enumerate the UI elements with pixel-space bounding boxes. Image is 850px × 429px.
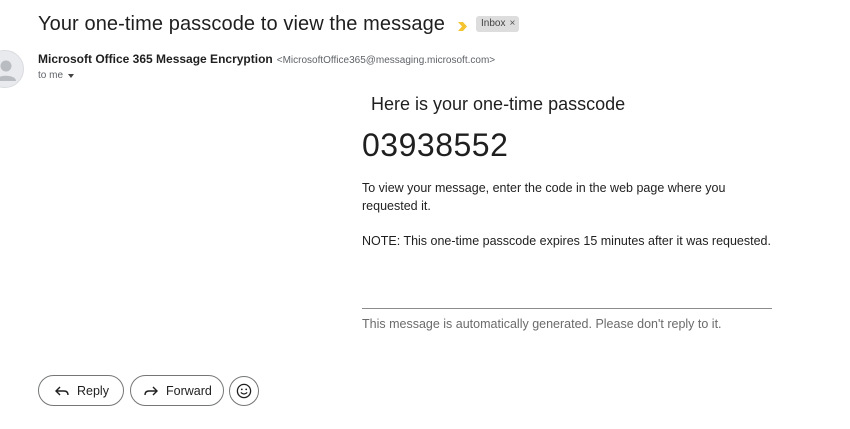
instruction-text: To view your message, enter the code in … [362,181,726,213]
recipient-label: to me [38,70,64,81]
remove-label-icon[interactable]: × [510,18,516,30]
smiley-emoji-icon [236,383,252,398]
chevron-down-icon[interactable] [68,73,75,78]
forward-label: Forward [166,383,212,398]
subject-row: Your one-time passcode to view the messa… [38,10,520,38]
forward-arrow-icon [143,384,159,398]
inbox-label-chip: Inbox × [476,16,520,32]
emoji-reaction-button[interactable] [229,375,259,406]
auto-generated-notice: This message is automatically generated.… [362,317,722,331]
recipient-details-toggle[interactable]: to me [38,70,495,81]
reply-label: Reply [77,383,109,398]
message-body: Here is your one-time passcode 03938552 … [362,94,777,331]
divider [362,308,772,309]
sender-avatar [0,50,24,88]
important-marker-icon[interactable] [457,19,468,31]
label-chip-text: Inbox [481,18,506,29]
sender-email: <MicrosoftOffice365@messaging.microsoft.… [276,55,496,66]
person-avatar-icon [0,60,16,81]
sender-name: Microsoft Office 365 Message Encryption [38,52,273,66]
reply-button[interactable]: Reply [38,375,124,406]
reply-arrow-icon [54,384,70,398]
sender-block: Microsoft Office 365 Message Encryption … [38,52,495,81]
passcode-heading: Here is your one-time passcode [371,94,626,114]
forward-button[interactable]: Forward [130,375,224,406]
email-subject: Your one-time passcode to view the messa… [38,12,446,35]
passcode-value: 03938552 [362,127,509,163]
message-actions: Reply Forward [38,375,259,406]
expiry-note: NOTE: This one-time passcode expires 15 … [362,234,771,248]
